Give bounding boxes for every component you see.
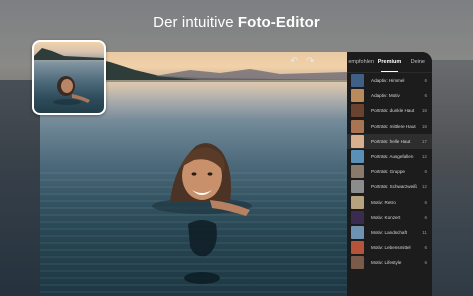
preset-item[interactable]: Porträts: mittlere Haut 18: [347, 119, 432, 134]
preset-count: 6: [424, 199, 427, 205]
preset-list: Adaptiv: Himmel 6 Adaptiv: Motiv 6 Porträts:…: [347, 73, 432, 270]
preset-item[interactable]: Motiv: Retro 6: [347, 195, 432, 210]
presets-panel: empfohlen Premium Deine Adaptiv: Himmel 6 Ad…: [347, 52, 432, 296]
preset-tabs: empfohlen Premium Deine: [347, 52, 432, 73]
headline: Der intuitive Foto-Editor: [0, 14, 473, 31]
preset-item[interactable]: Porträts: Ausgefallen 12: [347, 149, 432, 164]
preset-thumbnail: [351, 165, 364, 179]
preset-count: 18: [421, 123, 427, 129]
preset-name: Porträts: helle Haut: [371, 138, 411, 144]
preset-count: 12: [421, 154, 427, 160]
preset-thumbnail: [351, 180, 364, 194]
preset-count: 6: [424, 78, 427, 84]
preset-count: 11: [422, 229, 427, 235]
preset-item[interactable]: Motiv: Lebensmittel 6: [347, 240, 432, 255]
tab-empfohlen[interactable]: empfohlen: [347, 52, 375, 72]
preset-item[interactable]: Motiv: Lifestyle 6: [347, 255, 432, 270]
preset-thumbnail: [351, 134, 364, 148]
preset-item[interactable]: Porträts: helle Haut 17: [347, 133, 432, 149]
preset-thumbnail: [351, 119, 364, 133]
preview-swimmer: [34, 48, 104, 105]
headline-regular: Der intuitive: [153, 14, 238, 31]
preset-name: Porträts: Gruppe: [371, 169, 405, 175]
preset-count: 6: [424, 260, 427, 266]
preset-item[interactable]: Porträts: Gruppe 6: [347, 164, 432, 179]
tab-deine[interactable]: Deine: [404, 52, 432, 72]
preset-item[interactable]: Motiv: Landschaft 11: [347, 225, 432, 240]
preset-item[interactable]: Porträts: Schwarzweiß 12: [347, 179, 432, 194]
preset-thumbnail: [351, 74, 364, 88]
undo-icon[interactable]: ↶: [290, 56, 298, 67]
preset-name: Motiv: Landschaft: [371, 229, 408, 235]
preset-item[interactable]: Motiv: Konzert 6: [347, 210, 432, 225]
preset-item[interactable]: Adaptiv: Motiv 6: [347, 88, 432, 103]
preset-count: 12: [421, 184, 427, 190]
preset-item[interactable]: Porträts: dunkle Haut 18: [347, 103, 432, 118]
preset-count: 17: [421, 138, 427, 144]
preset-name: Porträts: Ausgefallen: [371, 154, 414, 160]
preset-thumbnail: [351, 150, 364, 164]
preset-thumbnail: [351, 241, 364, 255]
preset-count: 18: [421, 108, 427, 114]
preset-item[interactable]: Adaptiv: Himmel 6: [347, 73, 432, 88]
preset-name: Porträts: Schwarzweiß: [371, 184, 417, 190]
preset-thumbnail: [351, 89, 364, 103]
preset-name: Motiv: Lebensmittel: [371, 245, 411, 251]
headline-bold: Foto-Editor: [237, 14, 320, 31]
preset-count: 6: [424, 245, 427, 251]
preset-name: Adaptiv: Himmel: [371, 78, 405, 84]
preset-thumbnail: [351, 104, 364, 118]
preset-thumbnail: [351, 256, 364, 270]
preset-name: Adaptiv: Motiv: [371, 93, 400, 99]
preset-name: Porträts: mittlere Haut: [371, 123, 416, 129]
swimmer-figure: [152, 143, 252, 284]
preset-name: Motiv: Lifestyle: [371, 260, 402, 266]
preset-count: 6: [424, 169, 427, 175]
preset-thumbnail: [351, 210, 364, 224]
preset-count: 6: [424, 93, 427, 99]
preset-thumbnail: [351, 195, 364, 209]
redo-icon[interactable]: ↷: [306, 56, 314, 67]
preset-thumbnail: [351, 225, 364, 239]
preset-name: Porträts: dunkle Haut: [371, 108, 415, 114]
original-preview-thumbnail[interactable]: [32, 40, 106, 115]
preset-name: Motiv: Retro: [371, 199, 396, 205]
preset-name: Motiv: Konzert: [371, 214, 401, 220]
original-preview-image: [34, 42, 104, 113]
tab-premium[interactable]: Premium: [375, 52, 403, 72]
background-right-shade: [431, 60, 473, 296]
preset-count: 6: [424, 214, 427, 220]
